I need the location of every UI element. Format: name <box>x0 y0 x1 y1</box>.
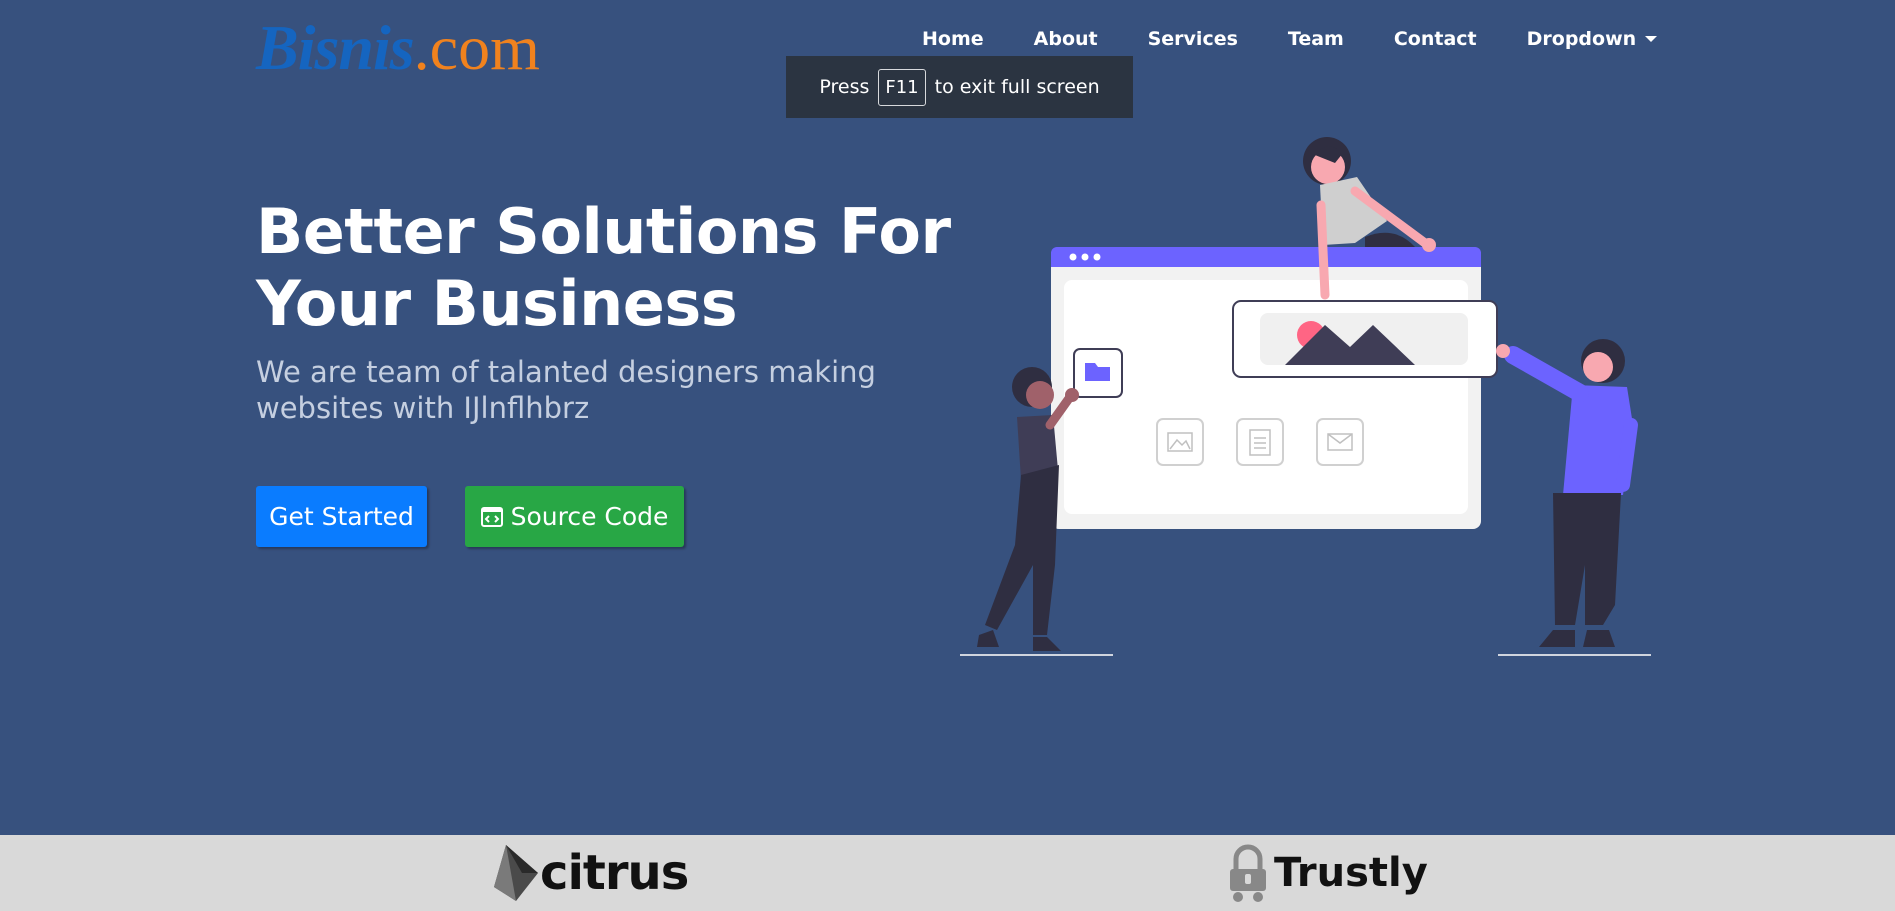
citrus-mark-icon <box>494 845 538 901</box>
hero-subtitle: We are team of talanted designers making… <box>256 355 876 425</box>
get-started-label: Get Started <box>269 502 414 531</box>
partner-trustly-logo[interactable]: Trustly <box>1226 835 1428 911</box>
main-nav: Home About Services Team Contact Dropdow… <box>922 28 1658 50</box>
partner-citrus-logo[interactable]: citrus <box>492 835 689 911</box>
fullscreen-notice: Press F11 to exit full screen <box>786 56 1133 118</box>
trustly-wordmark: Trustly <box>1274 850 1428 896</box>
hero-title-line2: Your Business <box>256 267 738 340</box>
site-logo[interactable]: Bisnis.com <box>256 8 540 88</box>
citrus-wordmark: citrus <box>540 845 689 901</box>
notice-before: Press <box>819 76 870 98</box>
nav-services[interactable]: Services <box>1148 28 1238 50</box>
source-code-label: Source Code <box>510 502 669 531</box>
caret-down-icon <box>1645 36 1658 42</box>
nav-dropdown-label: Dropdown <box>1526 28 1637 50</box>
nav-about[interactable]: About <box>1034 28 1098 50</box>
nav-team[interactable]: Team <box>1288 28 1344 50</box>
notice-after: to exit full screen <box>934 76 1100 98</box>
hero-title: Better Solutions For Your Business <box>256 196 956 340</box>
logo-tld: .com <box>413 12 540 83</box>
source-code-button[interactable]: Source Code <box>465 486 684 547</box>
notice-key: F11 <box>878 68 926 106</box>
hero-title-line1: Better Solutions For <box>256 195 951 268</box>
nav-home[interactable]: Home <box>922 28 984 50</box>
hero-illustration <box>960 137 1651 656</box>
logo-brand: Bisnis <box>256 12 415 83</box>
lock-icon <box>1230 844 1266 902</box>
code-icon <box>480 506 503 527</box>
get-started-button[interactable]: Get Started <box>256 486 427 547</box>
nav-contact[interactable]: Contact <box>1394 28 1477 50</box>
hero-section: Bisnis.com Home About Services Team Cont… <box>0 0 1895 835</box>
partners-strip: citrus Trustly <box>0 835 1895 911</box>
nav-dropdown[interactable]: Dropdown <box>1527 28 1658 50</box>
